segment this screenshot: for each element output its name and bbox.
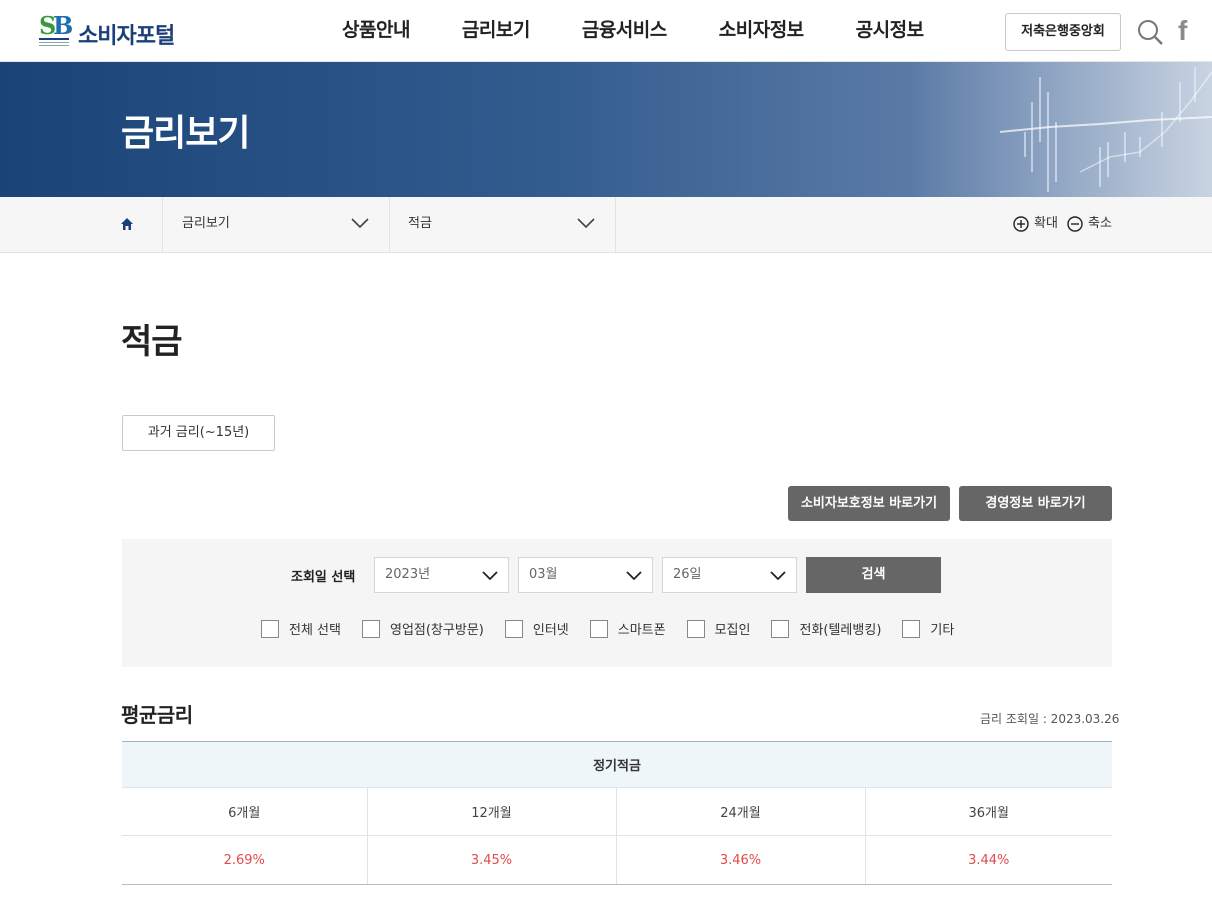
minus-circle-icon <box>1067 216 1083 232</box>
checkbox-label: 인터넷 <box>532 623 569 638</box>
breadcrumb: 금리보기 적금 확대 축소 <box>0 197 1212 253</box>
rate-query-date: 금리 조회일 : 2023.03.26 <box>980 712 1120 726</box>
rate-cell: 3.46% <box>616 835 866 885</box>
checkbox-box[interactable] <box>261 619 279 638</box>
zoom-out-button[interactable]: 축소 <box>1067 215 1112 233</box>
nav-products[interactable]: 상품안내 <box>316 0 436 62</box>
year-value: 2023년 <box>385 567 431 582</box>
term-cell: 12개월 <box>367 787 617 836</box>
checkbox-internet[interactable]: 인터넷 <box>504 619 569 638</box>
facebook-icon[interactable]: f <box>1178 16 1198 46</box>
search-filter-panel: 조회일 선택 2023년 03월 26일 검색 전체 선택 영업점(창구방문) … <box>122 539 1112 667</box>
site-logo[interactable]: S B 소비자포털 <box>38 10 198 54</box>
zoom-in-label: 확대 <box>1034 216 1058 231</box>
checkbox-recruiter[interactable]: 모집인 <box>686 619 751 638</box>
rate-cell: 3.44% <box>865 835 1112 885</box>
day-value: 26일 <box>673 567 702 582</box>
consumer-protection-link-button[interactable]: 소비자보호정보 바로가기 <box>788 486 950 521</box>
checkbox-label: 스마트폰 <box>617 623 666 638</box>
breadcrumb-select-level2[interactable]: 적금 <box>390 197 616 253</box>
checkbox-box[interactable] <box>686 619 705 638</box>
checkbox-label: 전체 선택 <box>289 623 341 638</box>
nav-consumer-info[interactable]: 소비자정보 <box>693 0 830 62</box>
checkbox-label: 영업점(창구방문) <box>389 623 484 638</box>
site-header: S B 소비자포털 상품안내 금리보기 금융서비스 소비자정보 공시정보 저축은… <box>0 0 1212 62</box>
table-row-rates: 2.69% 3.45% 3.46% 3.44% <box>122 835 1112 885</box>
checkbox-label: 기타 <box>930 623 955 638</box>
chevron-down-icon <box>482 571 498 581</box>
chevron-down-icon <box>577 218 595 229</box>
channel-checkboxes: 전체 선택 영업점(창구방문) 인터넷 스마트폰 모집인 전화(텔레뱅킹) 기타 <box>261 619 975 638</box>
average-rate-title: 평균금리 <box>121 703 193 727</box>
home-icon <box>121 218 133 230</box>
rate-cell: 2.69% <box>122 835 368 885</box>
rate-cell: 3.45% <box>367 835 617 885</box>
home-button[interactable] <box>91 197 163 253</box>
checkbox-box[interactable] <box>902 619 921 638</box>
svg-text:B: B <box>53 11 72 40</box>
checkbox-box[interactable] <box>504 619 523 638</box>
checkbox-smartphone[interactable]: 스마트폰 <box>589 619 666 638</box>
zoom-out-label: 축소 <box>1088 216 1112 231</box>
nav-rates[interactable]: 금리보기 <box>436 0 556 62</box>
day-select[interactable]: 26일 <box>662 557 797 593</box>
breadcrumb-level1-label: 금리보기 <box>182 216 230 231</box>
term-cell: 6개월 <box>122 787 368 836</box>
year-select[interactable]: 2023년 <box>374 557 509 593</box>
table-header-installment-savings: 정기적금 <box>122 741 1112 788</box>
sb-logo-icon: S B <box>39 11 72 46</box>
checkbox-label: 모집인 <box>714 623 751 638</box>
zoom-in-button[interactable]: 확대 <box>1013 215 1058 233</box>
nav-disclosure[interactable]: 공시정보 <box>830 0 950 62</box>
banner-title: 금리보기 <box>121 113 250 154</box>
checkbox-box[interactable] <box>361 619 380 638</box>
search-icon[interactable] <box>1136 18 1164 46</box>
checkbox-select-all[interactable]: 전체 선택 <box>261 619 341 638</box>
term-cell: 24개월 <box>616 787 866 836</box>
checkbox-telebanking[interactable]: 전화(텔레뱅킹) <box>771 619 881 638</box>
search-button[interactable]: 검색 <box>806 557 941 593</box>
checkbox-branch[interactable]: 영업점(창구방문) <box>361 619 484 638</box>
chevron-down-icon <box>351 218 369 229</box>
main-nav: 상품안내 금리보기 금융서비스 소비자정보 공시정보 <box>316 0 950 62</box>
date-select-label: 조회일 선택 <box>291 570 356 585</box>
plus-circle-icon <box>1013 216 1029 232</box>
breadcrumb-level2-label: 적금 <box>408 216 432 231</box>
page-title: 적금 <box>121 322 183 362</box>
logo-text: 소비자포털 <box>78 24 175 49</box>
nav-financial-services[interactable]: 금융서비스 <box>556 0 693 62</box>
chevron-down-icon <box>626 571 642 581</box>
management-info-link-button[interactable]: 경영정보 바로가기 <box>959 486 1112 521</box>
stock-chart-graphic <box>999 67 1212 192</box>
checkbox-label: 전화(텔레뱅킹) <box>799 623 882 638</box>
breadcrumb-select-level1[interactable]: 금리보기 <box>164 197 390 253</box>
chevron-down-icon <box>770 571 786 581</box>
month-select[interactable]: 03월 <box>518 557 653 593</box>
past-rates-button[interactable]: 과거 금리(~15년) <box>122 415 275 451</box>
checkbox-other[interactable]: 기타 <box>902 619 954 638</box>
page-banner: 금리보기 <box>0 62 1212 197</box>
savings-bank-association-button[interactable]: 저축은행중앙회 <box>1005 13 1121 51</box>
checkbox-box[interactable] <box>771 619 790 638</box>
table-row-terms: 6개월 12개월 24개월 36개월 <box>122 787 1112 836</box>
checkbox-box[interactable] <box>589 619 608 638</box>
month-value: 03월 <box>529 567 558 582</box>
average-rate-table: 정기적금 6개월 12개월 24개월 36개월 2.69% 3.45% 3.46… <box>122 741 1112 885</box>
term-cell: 36개월 <box>865 787 1112 836</box>
